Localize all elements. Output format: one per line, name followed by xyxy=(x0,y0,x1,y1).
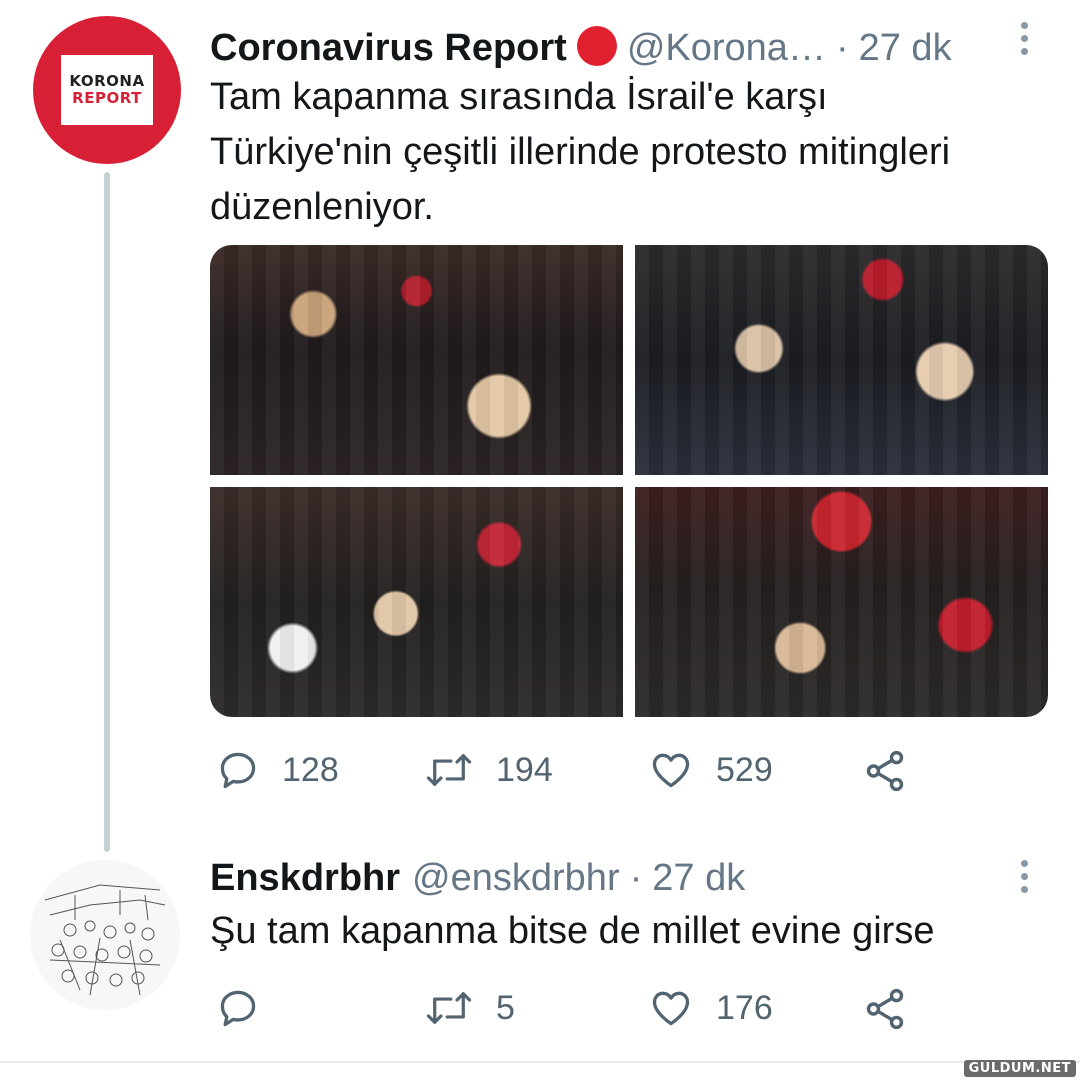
like-button[interactable]: 176 xyxy=(648,986,773,1030)
display-name[interactable]: Coronavirus Report xyxy=(210,27,567,70)
more-options-icon[interactable] xyxy=(1018,860,1030,893)
protest-photo-1[interactable] xyxy=(210,245,623,475)
user-handle[interactable]: @Korona… xyxy=(627,27,826,70)
avatar-enskdrbhr[interactable] xyxy=(30,860,180,1010)
timestamp[interactable]: 27 dk xyxy=(652,857,745,900)
retweet-button[interactable]: 194 xyxy=(424,748,553,792)
tweet-media-grid xyxy=(210,245,1048,717)
tweet-text: Şu tam kapanma bitse de millet evine gir… xyxy=(210,904,934,959)
tweet-header: Enskdrbhr @enskdrbhr · 27 dk xyxy=(210,857,745,900)
reply-icon xyxy=(220,990,256,1027)
tweet-text-line: Tam kapanma sırasında İsrail'e karşı xyxy=(210,76,828,118)
retweet-count: 5 xyxy=(496,988,515,1027)
retweet-count: 194 xyxy=(496,750,553,789)
avatar-korona-report[interactable]: KORONA REPORT xyxy=(33,16,181,164)
separator-dot: · xyxy=(835,27,849,69)
retweet-icon xyxy=(426,754,472,786)
divider xyxy=(0,1061,1080,1063)
retweet-icon xyxy=(426,992,472,1024)
share-icon xyxy=(866,750,904,792)
protest-photo-3[interactable] xyxy=(210,487,623,717)
tweet-actions: 5 176 xyxy=(210,986,930,1036)
sketch-crowd-drawing-icon xyxy=(30,860,180,1010)
tweet-text: Tam kapanma sırasında İsrail'e karşı Tür… xyxy=(210,70,950,235)
like-button[interactable]: 529 xyxy=(648,748,773,792)
user-handle[interactable]: @enskdrbhr xyxy=(412,857,620,900)
tweet-text-line: düzenleniyor. xyxy=(210,186,434,228)
watermark: GULDUM.NET xyxy=(963,1060,1076,1077)
tweet-text-line: Türkiye'nin çeşitli illerinde protesto m… xyxy=(210,131,951,173)
like-icon xyxy=(652,991,690,1026)
separator-dot: · xyxy=(629,857,643,899)
protest-photo-4[interactable] xyxy=(635,487,1048,717)
tweet-text-line: Şu tam kapanma bitse de millet evine gir… xyxy=(210,910,935,952)
reply-button[interactable] xyxy=(216,986,282,1030)
share-button[interactable] xyxy=(862,748,908,794)
thread-line xyxy=(104,172,110,852)
like-count: 529 xyxy=(716,750,773,789)
retweet-button[interactable]: 5 xyxy=(424,986,515,1030)
timestamp[interactable]: 27 dk xyxy=(859,27,952,70)
display-name[interactable]: Enskdrbhr xyxy=(210,857,400,900)
like-count: 176 xyxy=(716,988,773,1027)
reply-icon xyxy=(220,752,256,789)
share-button[interactable] xyxy=(862,986,908,1032)
korona-report-logo: KORONA REPORT xyxy=(61,55,153,125)
logo-line-2: REPORT xyxy=(72,89,142,107)
tweet-header: Coronavirus Report @Korona… · 27 dk xyxy=(210,20,952,70)
red-circle-badge-icon xyxy=(576,26,617,66)
reply-button[interactable]: 128 xyxy=(216,748,339,792)
like-icon xyxy=(652,753,690,788)
share-icon xyxy=(866,988,904,1030)
protest-photo-2[interactable] xyxy=(635,245,1048,475)
logo-line-1: KORONA xyxy=(69,71,145,90)
reply-count: 128 xyxy=(282,750,339,789)
tweet-actions: 128 194 529 xyxy=(210,748,930,798)
more-options-icon[interactable] xyxy=(1018,22,1030,55)
